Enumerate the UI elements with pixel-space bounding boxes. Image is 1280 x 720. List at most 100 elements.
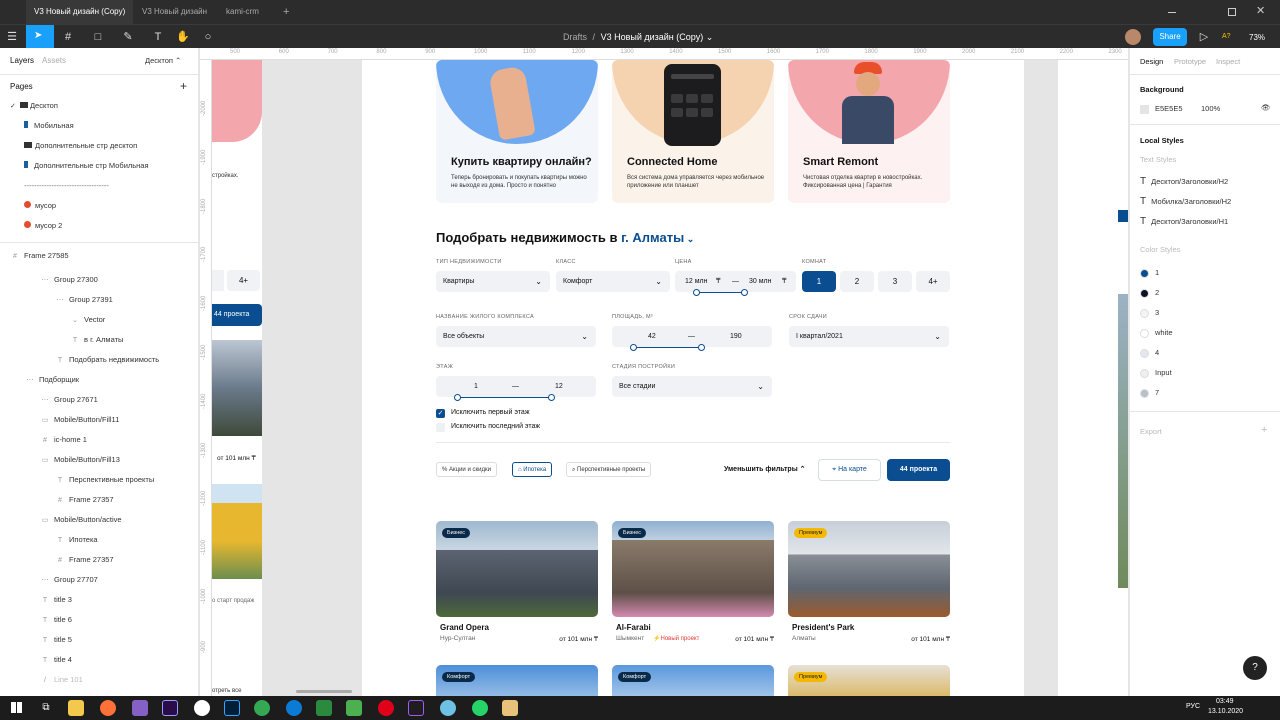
area-slider-handle-min[interactable] bbox=[630, 344, 637, 351]
layer-item[interactable]: ▭ Mobile/Button/Fill11 bbox=[0, 410, 199, 430]
app-icon[interactable] bbox=[440, 700, 456, 716]
new-tab-button[interactable]: + bbox=[275, 0, 297, 24]
area-range[interactable]: 42 — 190 bbox=[612, 326, 772, 347]
page-item[interactable]: ✓ Десктоп bbox=[0, 96, 199, 116]
layer-item[interactable]: ⋯ Group 27707 bbox=[0, 570, 199, 590]
deadline-select[interactable]: I квартал/2021 ⌄ bbox=[789, 326, 949, 347]
show-projects-button[interactable]: 44 проекта bbox=[887, 459, 950, 481]
layer-item[interactable]: Ttitle 3 bbox=[0, 590, 199, 610]
text-tool-icon[interactable]: T bbox=[150, 29, 166, 45]
breadcrumb-drafts[interactable]: Drafts bbox=[563, 32, 587, 42]
project-name[interactable]: President's Park bbox=[792, 623, 854, 632]
layer-frame[interactable]: # Frame 27585 bbox=[0, 246, 199, 266]
tab-prototype[interactable]: Prototype bbox=[1174, 57, 1206, 66]
firefox-icon[interactable] bbox=[100, 700, 116, 716]
layer-item[interactable]: # Frame 27357 bbox=[0, 550, 199, 570]
figma-icon[interactable] bbox=[408, 700, 424, 716]
color-style-item[interactable]: 1 bbox=[1140, 268, 1159, 278]
tab-assets[interactable]: Assets bbox=[42, 56, 66, 65]
play-icon[interactable]: ▷ bbox=[1196, 29, 1212, 45]
page-select[interactable]: Десктоп ⌃ bbox=[145, 56, 181, 65]
text-style-item[interactable]: T Десктоп/Заголовки/H2 bbox=[1140, 176, 1228, 187]
language-indicator[interactable]: РУС bbox=[1186, 703, 1200, 710]
check-exclude-last[interactable] bbox=[436, 423, 445, 432]
layer-item[interactable]: # Frame 27357 bbox=[0, 490, 199, 510]
project-card-image[interactable]: Комфорт bbox=[612, 665, 774, 696]
windows-start-icon[interactable] bbox=[11, 702, 22, 713]
rooms-1-button[interactable]: 1 bbox=[802, 271, 836, 292]
layer-item[interactable]: T Подобрать недвижимость bbox=[0, 350, 199, 370]
yandex-browser-icon[interactable] bbox=[194, 700, 210, 716]
color-style-item[interactable]: Input bbox=[1140, 368, 1172, 378]
add-export-icon[interactable]: + bbox=[1261, 424, 1267, 436]
color-style-item[interactable]: 7 bbox=[1140, 388, 1159, 398]
text-style-item[interactable]: T Десктоп/Заголовки/H1 bbox=[1140, 216, 1228, 227]
price-slider-handle-min[interactable] bbox=[693, 289, 700, 296]
frame-tool-icon[interactable]: # bbox=[60, 29, 76, 45]
project-card-image[interactable]: Комфорт bbox=[436, 665, 598, 696]
project-name[interactable]: Grand Opera bbox=[440, 623, 489, 632]
rooms-3-button[interactable]: 3 bbox=[878, 271, 912, 292]
menu-icon[interactable]: ☰ bbox=[4, 29, 20, 45]
accessibility-badge[interactable]: A? bbox=[1222, 33, 1231, 40]
hand-tool-icon[interactable]: ✋ bbox=[175, 29, 191, 45]
layer-item[interactable]: ▭ Mobile/Button/Fill13 bbox=[0, 450, 199, 470]
stage-select[interactable]: Все стадии ⌄ bbox=[612, 376, 772, 397]
opera-icon[interactable] bbox=[378, 700, 394, 716]
clock-time[interactable]: 03:49 bbox=[1216, 698, 1234, 705]
photoshop-icon[interactable] bbox=[224, 700, 240, 716]
type-select[interactable]: Квартиры ⌄ bbox=[436, 271, 550, 292]
horizontal-scrollbar[interactable] bbox=[296, 690, 352, 693]
whatsapp-icon[interactable] bbox=[472, 700, 488, 716]
layer-item[interactable]: Ttitle 4 bbox=[0, 650, 199, 670]
floor-slider-handle-max[interactable] bbox=[548, 394, 555, 401]
edge-icon[interactable] bbox=[286, 700, 302, 716]
layer-item[interactable]: Ttitle 6 bbox=[0, 610, 199, 630]
minimize-icon[interactable] bbox=[1168, 12, 1176, 13]
pen-tool-icon[interactable]: ✎ bbox=[120, 29, 136, 45]
layer-item[interactable]: ⋯ Group 27671 bbox=[0, 390, 199, 410]
rooms-2-button[interactable]: 2 bbox=[840, 271, 874, 292]
chip-mortgage[interactable]: ⌂ Ипотека bbox=[512, 462, 553, 477]
tab-v3-copy[interactable]: V3 Новый дизайн (Copy) bbox=[26, 0, 134, 24]
page-item[interactable]: мусор 2 bbox=[0, 216, 199, 236]
move-tool[interactable]: ➤ bbox=[26, 25, 54, 49]
app-icon[interactable] bbox=[316, 700, 332, 716]
canvas[interactable]: стройках. 4+ 44 проекта от 101 млн ₸ о с… bbox=[212, 60, 1128, 696]
layer-item[interactable]: T Перспективные проекты bbox=[0, 470, 199, 490]
layer-item[interactable]: T Ипотека bbox=[0, 530, 199, 550]
text-style-item[interactable]: T Мобилка/Заголовки/H2 bbox=[1140, 196, 1231, 207]
page-item[interactable]: Дополнительные стр десктоп bbox=[0, 136, 199, 156]
rooms-4plus-button[interactable]: 4+ bbox=[916, 271, 950, 292]
color-style-item[interactable]: 3 bbox=[1140, 308, 1159, 318]
tab-inspect[interactable]: Inspect bbox=[1216, 57, 1240, 66]
layer-item[interactable]: ⋯ Подборщик bbox=[0, 370, 199, 390]
layer-item[interactable]: ⋯ Group 27391 bbox=[0, 290, 199, 310]
check-exclude-first[interactable]: ✓ bbox=[436, 409, 445, 418]
app-icon[interactable] bbox=[502, 700, 518, 716]
chip-promotions[interactable]: % Акции и скидки bbox=[436, 462, 497, 477]
area-slider-handle-max[interactable] bbox=[698, 344, 705, 351]
page-item[interactable]: мусор bbox=[0, 196, 199, 216]
chevron-down-icon[interactable]: ⌄ bbox=[706, 32, 714, 42]
background-opacity[interactable]: 100% bbox=[1201, 104, 1220, 113]
close-window-icon[interactable]: ✕ bbox=[1256, 4, 1265, 17]
tab-design[interactable]: Design bbox=[1140, 57, 1163, 66]
share-button[interactable]: Share bbox=[1153, 28, 1187, 46]
project-name[interactable]: Al-Farabi bbox=[616, 623, 651, 632]
color-style-item[interactable]: 4 bbox=[1140, 348, 1159, 358]
clock-date[interactable]: 13.10.2020 bbox=[1208, 708, 1243, 715]
file-title[interactable]: V3 Новый дизайн (Copy) bbox=[601, 32, 704, 42]
project-card-image[interactable]: Бизнес bbox=[612, 521, 774, 617]
background-fill[interactable]: E5E5E5 bbox=[1140, 104, 1183, 114]
layer-item[interactable]: ⋯ Group 27300 bbox=[0, 270, 199, 290]
reduce-filters-button[interactable]: Уменьшить фильтры ⌃ bbox=[724, 465, 806, 473]
avatar[interactable] bbox=[1125, 29, 1141, 45]
layer-item[interactable]: Ttitle 5 bbox=[0, 630, 199, 650]
page-item[interactable]: ---------------------------------- bbox=[0, 176, 199, 196]
file-explorer-icon[interactable] bbox=[68, 700, 84, 716]
comment-tool-icon[interactable]: ○ bbox=[200, 29, 216, 45]
page-item[interactable]: Дополнительные стр Мобильная bbox=[0, 156, 199, 176]
color-style-item[interactable]: white bbox=[1140, 328, 1173, 338]
premiere-icon[interactable] bbox=[162, 700, 178, 716]
